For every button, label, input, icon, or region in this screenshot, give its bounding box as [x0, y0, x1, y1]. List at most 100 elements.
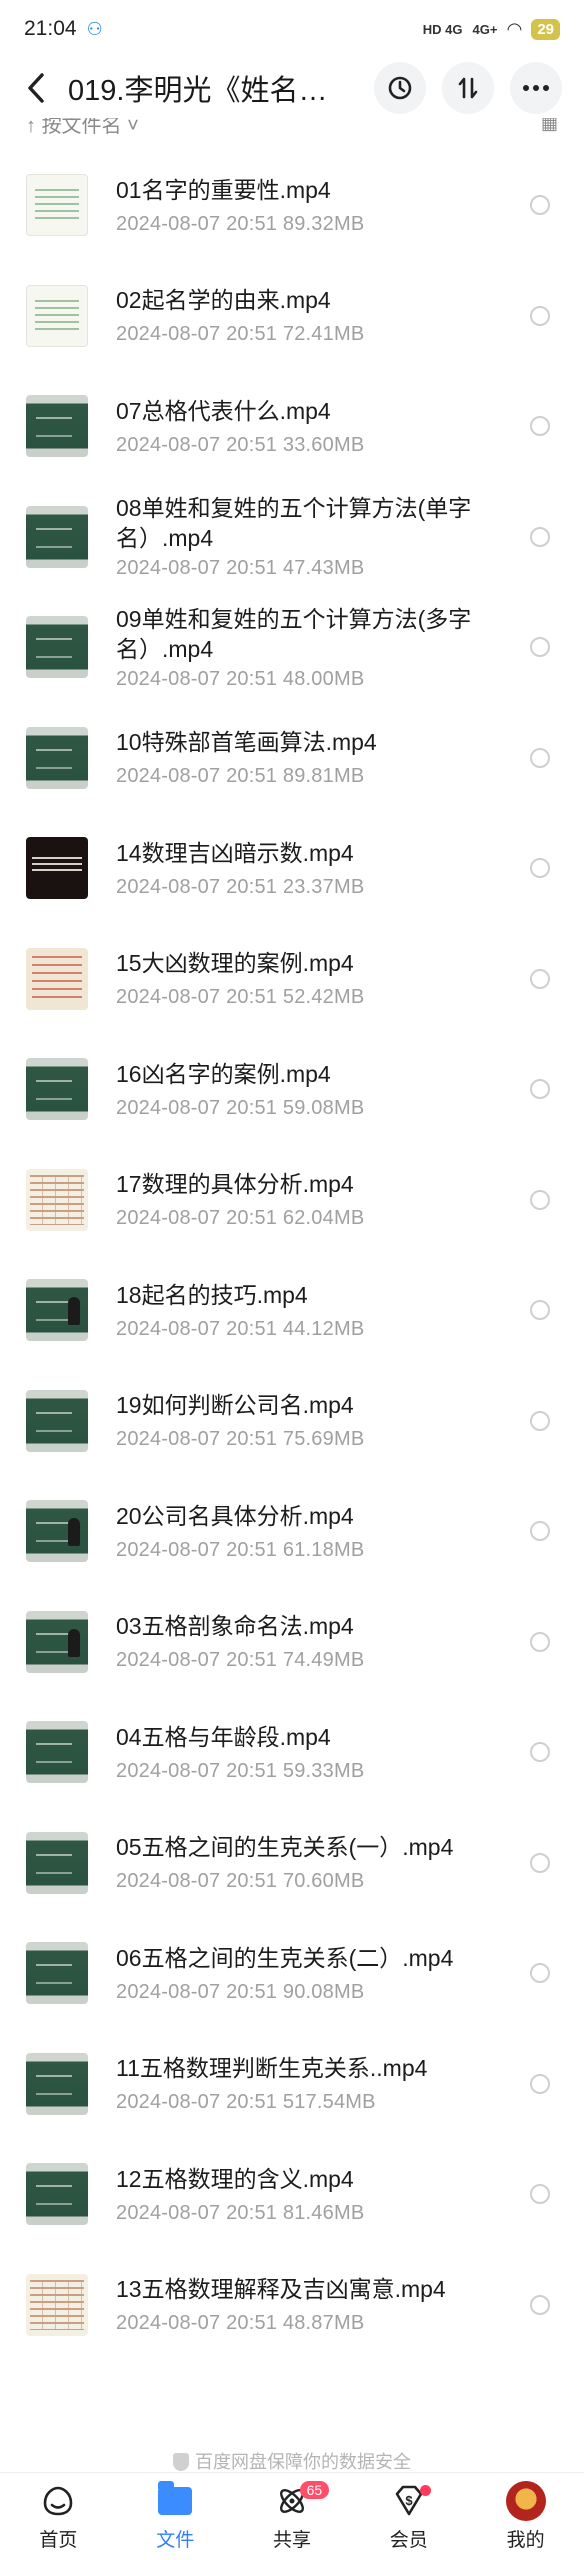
battery-icon: 29	[531, 18, 560, 40]
tab-files[interactable]: 文件	[117, 2473, 234, 2560]
video-thumbnail	[26, 1058, 88, 1121]
file-row[interactable]: 04五格与年龄段.mp4 2024-08-07 20:51 59.33MB	[0, 1697, 584, 1808]
file-time: 20:51	[226, 1096, 278, 1119]
file-time: 20:51	[226, 557, 278, 580]
file-size: 62.04MB	[282, 1207, 365, 1230]
select-radio[interactable]	[530, 1852, 550, 1873]
file-name: 09单姓和复姓的五个计算方法(多字名）.mp4	[116, 605, 472, 662]
file-meta: 2024-08-07 20:51 33.60MB	[116, 434, 516, 457]
file-row[interactable]: 12五格数理的含义.mp4 2024-08-07 20:51 81.46MB	[0, 2139, 584, 2250]
video-thumbnail	[26, 284, 88, 347]
file-name: 16凶名字的案例.mp4	[116, 1060, 331, 1087]
file-row[interactable]: 14数理吉凶暗示数.mp4 2024-08-07 20:51 23.37MB	[0, 813, 584, 924]
select-radio[interactable]	[530, 526, 550, 547]
file-info: 03五格剖象命名法.mp4 2024-08-07 20:51 74.49MB	[116, 1611, 516, 1672]
file-date: 2024-08-07	[116, 667, 221, 690]
file-row[interactable]: 15大凶数理的案例.mp4 2024-08-07 20:51 52.42MB	[0, 924, 584, 1035]
file-row[interactable]: 20公司名具体分析.mp4 2024-08-07 20:51 61.18MB	[0, 1476, 584, 1587]
file-row[interactable]: 09单姓和复姓的五个计算方法(多字名）.mp4 2024-08-07 20:51 …	[0, 592, 584, 703]
file-time: 20:51	[226, 2091, 278, 2114]
file-name: 17数理的具体分析.mp4	[116, 1171, 354, 1198]
file-row[interactable]: 05五格之间的生克关系(一）.mp4 2024-08-07 20:51 70.60…	[0, 1808, 584, 1919]
file-meta: 2024-08-07 20:51 89.32MB	[116, 213, 516, 236]
tab-member[interactable]: $ 会员	[350, 2473, 467, 2560]
svg-text:$: $	[405, 2493, 413, 2508]
video-thumbnail	[26, 1942, 88, 2005]
file-row[interactable]: 02起名学的由来.mp4 2024-08-07 20:51 72.41MB	[0, 261, 584, 372]
file-info: 07总格代表什么.mp4 2024-08-07 20:51 33.60MB	[116, 396, 516, 457]
file-meta: 2024-08-07 20:51 90.08MB	[116, 1981, 516, 2004]
file-meta: 2024-08-07 20:51 61.18MB	[116, 1539, 516, 1562]
file-row[interactable]: 03五格剖象命名法.mp4 2024-08-07 20:51 74.49MB	[0, 1587, 584, 1698]
select-radio[interactable]	[530, 1189, 550, 1210]
file-name: 12五格数理的含义.mp4	[116, 2165, 354, 2192]
file-info: 13五格数理解释及吉凶寓意.mp4 2024-08-07 20:51 48.87M…	[116, 2274, 516, 2335]
file-meta: 2024-08-07 20:51 48.87MB	[116, 2312, 516, 2335]
sort-label[interactable]: ↑ 按文件名 ˅	[26, 118, 139, 138]
file-date: 2024-08-07	[116, 557, 221, 580]
sort-bar[interactable]: ↑ 按文件名 ˅ ▦	[0, 118, 584, 146]
video-thumbnail	[26, 1610, 88, 1673]
file-row[interactable]: 19如何判断公司名.mp4 2024-08-07 20:51 75.69MB	[0, 1366, 584, 1477]
file-row[interactable]: 11五格数理判断生克关系..mp4 2024-08-07 20:51 517.54…	[0, 2029, 584, 2140]
file-row[interactable]: 18起名的技巧.mp4 2024-08-07 20:51 44.12MB	[0, 1255, 584, 1366]
file-time: 20:51	[226, 1980, 278, 2003]
file-row[interactable]: 01名字的重要性.mp4 2024-08-07 20:51 89.32MB	[0, 150, 584, 261]
select-radio[interactable]	[530, 2294, 550, 2315]
file-meta: 2024-08-07 20:51 44.12MB	[116, 1318, 516, 1341]
file-info: 19如何判断公司名.mp4 2024-08-07 20:51 75.69MB	[116, 1390, 516, 1451]
file-time: 20:51	[226, 1759, 278, 1782]
file-row[interactable]: 17数理的具体分析.mp4 2024-08-07 20:51 62.04MB	[0, 1145, 584, 1256]
file-row[interactable]: 10特殊部首笔画算法.mp4 2024-08-07 20:51 89.81MB	[0, 703, 584, 814]
select-radio[interactable]	[530, 2073, 550, 2094]
file-meta: 2024-08-07 20:51 23.37MB	[116, 876, 516, 899]
select-radio[interactable]	[530, 637, 550, 658]
file-info: 20公司名具体分析.mp4 2024-08-07 20:51 61.18MB	[116, 1501, 516, 1562]
select-radio[interactable]	[530, 1742, 550, 1763]
file-row[interactable]: 07总格代表什么.mp4 2024-08-07 20:51 33.60MB	[0, 371, 584, 482]
file-size: 74.49MB	[282, 1649, 365, 1672]
sort-button[interactable]	[442, 62, 494, 114]
file-name: 06五格之间的生克关系(二）.mp4	[116, 1944, 454, 1971]
history-button[interactable]	[374, 62, 426, 114]
select-radio[interactable]	[530, 416, 550, 437]
file-meta: 2024-08-07 20:51 59.08MB	[116, 1097, 516, 1120]
select-radio[interactable]	[530, 747, 550, 768]
file-info: 05五格之间的生克关系(一）.mp4 2024-08-07 20:51 70.60…	[116, 1832, 516, 1893]
file-date: 2024-08-07	[116, 765, 221, 788]
select-radio[interactable]	[530, 1521, 550, 1542]
select-radio[interactable]	[530, 968, 550, 989]
select-radio[interactable]	[530, 2184, 550, 2205]
more-button[interactable]	[510, 62, 562, 114]
file-row[interactable]: 08单姓和复姓的五个计算方法(单字名）.mp4 2024-08-07 20:51 …	[0, 482, 584, 593]
tab-mine[interactable]: 我的	[467, 2473, 584, 2560]
select-radio[interactable]	[530, 1300, 550, 1321]
file-size: 72.41MB	[282, 323, 365, 346]
select-radio[interactable]	[530, 1079, 550, 1100]
file-meta: 2024-08-07 20:51 48.00MB	[116, 668, 516, 691]
file-size: 59.33MB	[282, 1759, 365, 1782]
tab-home[interactable]: 首页	[0, 2473, 117, 2560]
file-row[interactable]: 13五格数理解释及吉凶寓意.mp4 2024-08-07 20:51 48.87M…	[0, 2250, 584, 2361]
file-meta: 2024-08-07 20:51 75.69MB	[116, 1428, 516, 1451]
select-radio[interactable]	[530, 1410, 550, 1431]
grid-view-icon[interactable]: ▦	[541, 118, 558, 134]
status-right: HD 4G 4G+ ◠ 29	[423, 18, 560, 40]
back-button[interactable]	[18, 68, 54, 108]
status-time: 21:04	[24, 17, 77, 40]
file-info: 17数理的具体分析.mp4 2024-08-07 20:51 62.04MB	[116, 1169, 516, 1230]
file-name: 14数理吉凶暗示数.mp4	[116, 839, 354, 866]
file-row[interactable]: 16凶名字的案例.mp4 2024-08-07 20:51 59.08MB	[0, 1034, 584, 1145]
select-radio[interactable]	[530, 1963, 550, 1984]
file-meta: 2024-08-07 20:51 47.43MB	[116, 557, 516, 580]
select-radio[interactable]	[530, 858, 550, 879]
file-name: 11五格数理判断生克关系..mp4	[116, 2055, 428, 2082]
select-radio[interactable]	[530, 195, 550, 216]
select-radio[interactable]	[530, 1631, 550, 1652]
tab-share[interactable]: 65 共享	[234, 2473, 351, 2560]
video-thumbnail	[26, 1168, 88, 1231]
file-time: 20:51	[226, 986, 278, 1009]
video-thumbnail	[26, 947, 88, 1010]
select-radio[interactable]	[530, 305, 550, 326]
file-row[interactable]: 06五格之间的生克关系(二）.mp4 2024-08-07 20:51 90.08…	[0, 1918, 584, 2029]
